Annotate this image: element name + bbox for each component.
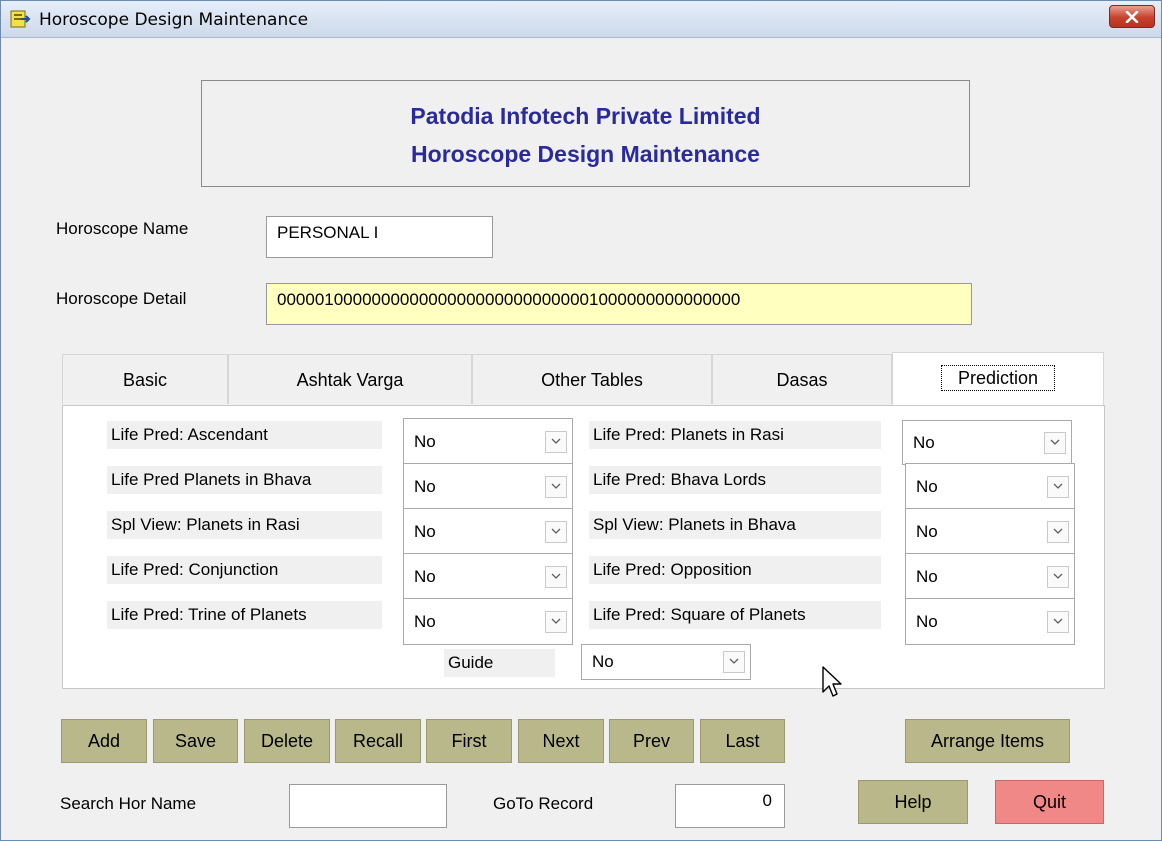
spl-view-planets-bhava-label: Spl View: Planets in Bhava bbox=[589, 511, 881, 539]
tab-dasas[interactable]: Dasas bbox=[712, 354, 892, 404]
chevron-down-icon[interactable] bbox=[723, 651, 745, 673]
life-pred-conjunction-label: Life Pred: Conjunction bbox=[107, 556, 382, 584]
spl-view-planets-bhava-value: No bbox=[916, 521, 938, 541]
save-button[interactable]: Save bbox=[153, 719, 238, 763]
tab-prediction[interactable]: Prediction bbox=[892, 352, 1104, 405]
chevron-down-icon[interactable] bbox=[1044, 431, 1066, 454]
chevron-down-icon[interactable] bbox=[545, 610, 567, 633]
spl-view-planets-rasi-select[interactable]: No bbox=[403, 508, 573, 555]
guide-value: No bbox=[592, 652, 614, 671]
form-heading: Horoscope Design Maintenance bbox=[411, 141, 760, 167]
spl-view-planets-rasi-value: No bbox=[414, 521, 436, 541]
life-pred-opposition-label: Life Pred: Opposition bbox=[589, 556, 881, 584]
chevron-down-icon[interactable] bbox=[1047, 520, 1069, 543]
add-button[interactable]: Add bbox=[61, 719, 147, 763]
chevron-down-icon[interactable] bbox=[1047, 475, 1069, 498]
window-title: Horoscope Design Maintenance bbox=[39, 10, 309, 30]
horoscope-detail-label: Horoscope Detail bbox=[56, 289, 187, 308]
tab-ashtak-varga[interactable]: Ashtak Varga bbox=[228, 354, 472, 404]
tab-other-tables[interactable]: Other Tables bbox=[472, 354, 712, 404]
life-pred-trine-value: No bbox=[414, 611, 436, 631]
life-pred-planets-rasi-value: No bbox=[913, 432, 935, 452]
horoscope-name-label: Horoscope Name bbox=[56, 219, 189, 238]
quit-button[interactable]: Quit bbox=[995, 780, 1104, 824]
app-icon bbox=[10, 10, 31, 28]
life-pred-planets-bhava-label: Life Pred Planets in Bhava bbox=[107, 466, 382, 494]
chevron-down-icon[interactable] bbox=[545, 475, 567, 498]
life-pred-bhava-lords-label: Life Pred: Bhava Lords bbox=[589, 466, 881, 494]
life-pred-opposition-value: No bbox=[916, 566, 938, 586]
life-pred-bhava-lords-value: No bbox=[916, 476, 938, 496]
spl-view-planets-bhava-select[interactable]: No bbox=[905, 508, 1075, 555]
life-pred-planets-bhava-select[interactable]: No bbox=[403, 463, 573, 510]
life-pred-ascendant-select[interactable]: No bbox=[403, 418, 573, 465]
close-icon bbox=[1125, 11, 1139, 23]
spl-view-planets-rasi-label: Spl View: Planets in Rasi bbox=[107, 511, 382, 539]
main-window: Horoscope Design Maintenance Patodia Inf… bbox=[0, 0, 1162, 841]
life-pred-conjunction-value: No bbox=[414, 566, 436, 586]
first-button[interactable]: First bbox=[426, 719, 512, 763]
help-button[interactable]: Help bbox=[858, 780, 968, 824]
title-bar[interactable]: Horoscope Design Maintenance bbox=[1, 1, 1161, 38]
company-name: Patodia Infotech Private Limited bbox=[410, 103, 761, 129]
life-pred-bhava-lords-select[interactable]: No bbox=[905, 463, 1075, 510]
life-pred-trine-label: Life Pred: Trine of Planets bbox=[107, 601, 382, 629]
life-pred-square-label: Life Pred: Square of Planets bbox=[589, 601, 881, 629]
prev-button[interactable]: Prev bbox=[609, 719, 694, 763]
goto-record-input[interactable]: 0 bbox=[675, 784, 785, 828]
life-pred-conjunction-select[interactable]: No bbox=[403, 553, 573, 600]
close-button[interactable] bbox=[1109, 5, 1155, 28]
search-hor-name-input[interactable] bbox=[289, 784, 447, 828]
header-panel: Patodia Infotech Private Limited Horosco… bbox=[201, 80, 970, 187]
mouse-cursor-icon bbox=[822, 666, 842, 697]
life-pred-planets-rasi-select[interactable]: No bbox=[902, 420, 1072, 465]
search-hor-name-label: Search Hor Name bbox=[60, 794, 197, 813]
next-button[interactable]: Next bbox=[518, 719, 604, 763]
life-pred-square-select[interactable]: No bbox=[905, 598, 1075, 645]
arrange-items-button[interactable]: Arrange Items bbox=[905, 719, 1070, 763]
life-pred-square-value: No bbox=[916, 611, 938, 631]
life-pred-planets-rasi-label: Life Pred: Planets in Rasi bbox=[589, 421, 881, 449]
life-pred-planets-bhava-value: No bbox=[414, 476, 436, 496]
guide-select[interactable]: No bbox=[581, 644, 751, 680]
tab-prediction-label: Prediction bbox=[940, 365, 1056, 391]
life-pred-ascendant-value: No bbox=[414, 431, 436, 451]
delete-button[interactable]: Delete bbox=[244, 719, 330, 763]
life-pred-trine-select[interactable]: No bbox=[403, 598, 573, 645]
chevron-down-icon[interactable] bbox=[545, 565, 567, 588]
chevron-down-icon[interactable] bbox=[545, 430, 567, 453]
guide-label: Guide bbox=[444, 649, 555, 677]
last-button[interactable]: Last bbox=[700, 719, 785, 763]
life-pred-opposition-select[interactable]: No bbox=[905, 553, 1075, 600]
goto-record-label: GoTo Record bbox=[493, 794, 594, 813]
life-pred-ascendant-label: Life Pred: Ascendant bbox=[107, 421, 382, 449]
tab-basic[interactable]: Basic bbox=[62, 354, 228, 404]
form-client-area: Patodia Infotech Private Limited Horosco… bbox=[8, 38, 1154, 840]
chevron-down-icon[interactable] bbox=[545, 520, 567, 543]
recall-button[interactable]: Recall bbox=[335, 719, 421, 763]
chevron-down-icon[interactable] bbox=[1047, 610, 1069, 633]
horoscope-name-input[interactable]: PERSONAL I bbox=[266, 216, 493, 258]
horoscope-detail-input[interactable]: 0000010000000000000000000000000001000000… bbox=[266, 283, 972, 325]
chevron-down-icon[interactable] bbox=[1047, 565, 1069, 588]
